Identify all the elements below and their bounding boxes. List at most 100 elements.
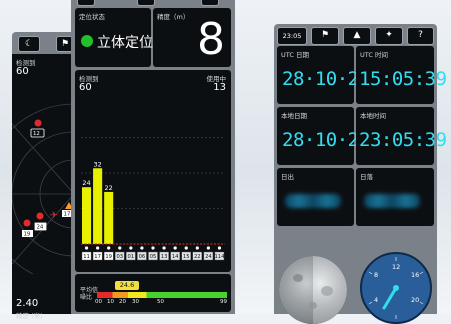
sat-id-label: 14: [172, 254, 179, 260]
average-snr-card: 平均信 噪比 24.6 00 10 20 30 50 99: [75, 274, 231, 312]
signal-chart-card: 检测到 60 使用中 13 24 11 32 17 22 19 03 01 06 05 13 14 15…: [75, 70, 231, 272]
snr-bar-17: [93, 168, 103, 244]
sat-indicator-dot: [107, 246, 111, 250]
sunset-value-blurred: [364, 194, 420, 208]
sat-marker-19: 19: [22, 219, 33, 238]
svg-text:24: 24: [37, 225, 44, 231]
accuracy-footer-value: 2.40: [16, 298, 39, 309]
local-time-value: 23:05:39: [359, 129, 447, 151]
local-date-card: 本地日期 28·10·25: [277, 107, 370, 165]
sunrise-label: 日出: [281, 173, 294, 181]
svg-text:12: 12: [392, 263, 400, 271]
svg-text:12: 12: [33, 131, 40, 137]
svg-text:19: 19: [24, 232, 31, 238]
satellite-button[interactable]: ✦: [375, 27, 403, 45]
scale-tick: 50: [157, 299, 164, 305]
svg-text:4: 4: [374, 296, 378, 304]
toolbar-button-3[interactable]: [201, 0, 219, 6]
moon-icon-button[interactable]: ☾: [18, 36, 40, 52]
sat-indicator-dot: [151, 246, 155, 250]
person-icon-button[interactable]: ⚑: [311, 27, 339, 45]
svg-text:17: 17: [64, 212, 71, 218]
scale-tick: 99: [220, 299, 227, 305]
sat-indicator-dot: [195, 246, 199, 250]
accuracy-card: 精度（m） 8: [153, 8, 231, 67]
sat-id-label: 17: [94, 254, 101, 260]
snr-bar-label: 24: [82, 179, 90, 187]
sunset-label: 日落: [360, 173, 373, 181]
local-time-card: 本地时间 23:05:39: [356, 107, 447, 165]
svg-text:20: 20: [411, 296, 419, 304]
sat-indicator-dot: [140, 246, 144, 250]
sat-indicator-dot: [96, 246, 100, 250]
scale-tick: 00: [95, 299, 102, 305]
sat-indicator-dot: [162, 246, 166, 250]
sat-marker-24: 24: [34, 212, 47, 231]
sat-id-label: 03: [116, 254, 123, 260]
navigation-button[interactable]: ▲: [343, 27, 371, 45]
fix-status-value: 立体定位: [97, 35, 153, 51]
svg-text:✈: ✈: [50, 211, 58, 221]
scale-tick: 10: [107, 299, 114, 305]
utc-date-label: UTC 日期: [281, 51, 309, 59]
sat-id-label: 01: [128, 254, 135, 260]
accuracy-footer-label: 精度 (米): [16, 312, 43, 320]
detected-value: 60: [16, 66, 29, 77]
sat-id-label: 15: [183, 254, 190, 260]
toolbar-time: 23:05: [282, 32, 302, 40]
sat-marker-plane: ✈: [50, 211, 58, 221]
sat-indicator-dot: [118, 246, 122, 250]
svg-text:8: 8: [374, 271, 378, 279]
sat-id-label: 06: [139, 254, 146, 260]
sunrise-value-blurred: [285, 194, 341, 208]
local-time-label: 本地时间: [360, 112, 386, 120]
snr-bar-label: 22: [105, 184, 113, 192]
accuracy-label: 精度（m）: [157, 13, 190, 21]
help-button[interactable]: ?: [407, 27, 434, 45]
center-device-panel: 定位状态 立体定位 精度（m） 8 检测到 60 使用中 13 24 11 32 17…: [71, 0, 235, 314]
clock-dial: 12 16 20 4 8: [360, 252, 432, 324]
avg-snr-badge: 24.6: [115, 281, 139, 290]
sat-id-label: 13: [161, 254, 168, 260]
toolbar-button-1[interactable]: [77, 0, 95, 6]
sat-indicator-dot: [84, 246, 89, 250]
avg-snr-scale-ticks: 00 10 20 30 50 99: [95, 299, 233, 307]
sat-id-label: 11: [83, 254, 90, 260]
utc-time-label: UTC 时间: [360, 51, 388, 59]
fix-status-card: 定位状态 立体定位: [75, 8, 153, 67]
sat-id-label: 19: [105, 254, 112, 260]
sat-marker-12: 12: [30, 119, 45, 138]
svg-text:16: 16: [411, 271, 419, 279]
sat-id-label: 22: [194, 254, 201, 260]
person-icon: ⚑: [320, 30, 330, 40]
moon-icon: ☾: [24, 39, 34, 49]
chart-used-value: 13: [213, 82, 226, 93]
sky-view-card: 检测到 60 12 24 19 17 ✈ 2.40 精度 (米): [12, 54, 74, 320]
sat-indicator-dot: [129, 246, 133, 250]
sunset-card: 日落: [356, 168, 434, 226]
sunrise-card: 日出: [277, 168, 354, 226]
avg-snr-scale-bar: [97, 292, 227, 298]
sat-id-label: 05: [150, 254, 157, 260]
sat-id-label: 114: [215, 254, 226, 260]
snr-bar-11: [82, 187, 92, 244]
local-date-label: 本地日期: [281, 112, 307, 120]
fix-status-dot: [81, 35, 93, 47]
satellite-icon: ✦: [385, 30, 393, 40]
utc-time-card: UTC 时间 15:05:39: [356, 46, 447, 104]
right-device-panel: 23:05 ⚑ ▲ ✦ ? UTC 日期 28·10·25 UTC 时间 15:…: [274, 24, 447, 324]
sat-indicator-dot: [217, 246, 222, 250]
toolbar-button-2[interactable]: [137, 0, 155, 6]
avg-snr-label-line2: 噪比: [80, 294, 93, 301]
snr-bar-19: [104, 191, 114, 244]
accuracy-value: 8: [197, 14, 225, 65]
time-button[interactable]: 23:05: [277, 27, 307, 45]
scale-tick: 30: [132, 299, 139, 305]
sat-indicator-dot: [173, 246, 177, 250]
person-icon: ⚑: [60, 39, 70, 49]
utc-time-value: 15:05:39: [359, 68, 447, 90]
help-icon: ?: [418, 30, 423, 40]
sky-plot: 12 24 19 17 ✈ 09: [12, 94, 74, 274]
sat-id-label: 24: [205, 254, 212, 260]
chart-detected-value: 60: [79, 82, 92, 93]
